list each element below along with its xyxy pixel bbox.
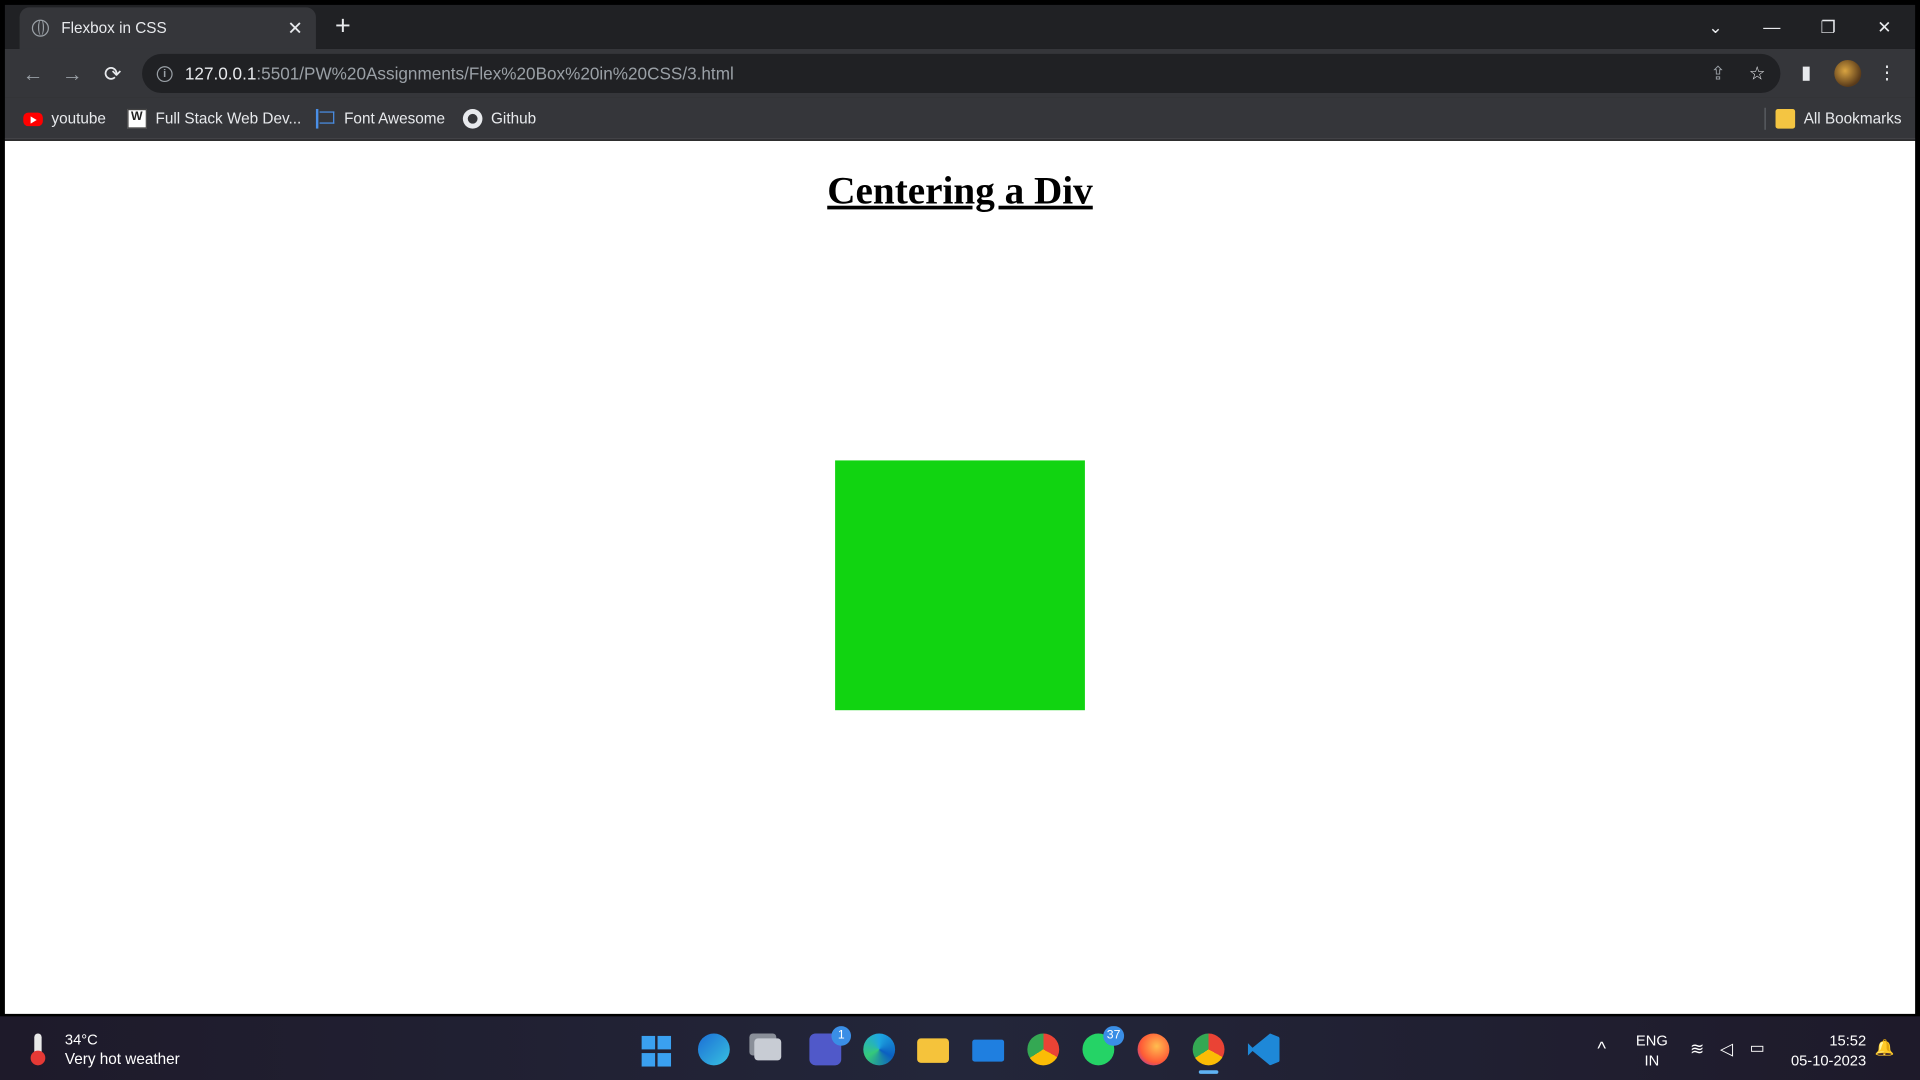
wifi-icon[interactable]: ≋: [1685, 1016, 1709, 1080]
whatsapp-badge: 37: [1103, 1026, 1125, 1046]
back-button[interactable]: ←: [17, 59, 49, 91]
folder-icon: [1775, 108, 1796, 129]
firefox-icon[interactable]: [1137, 1033, 1170, 1066]
minimize-button[interactable]: —: [1744, 10, 1800, 44]
bookmark-label: Font Awesome: [344, 110, 446, 128]
share-icon[interactable]: ⇪: [1705, 61, 1732, 88]
close-window-button[interactable]: ✕: [1856, 10, 1912, 44]
weather-desc[interactable]: Very hot weather: [65, 1051, 180, 1068]
side-panel-icon[interactable]: ▮: [1793, 60, 1820, 87]
vscode-icon[interactable]: [1247, 1033, 1280, 1066]
forward-button[interactable]: →: [56, 59, 88, 91]
menu-icon[interactable]: ⋮: [1873, 60, 1900, 87]
bookmark-github[interactable]: Github: [462, 107, 537, 131]
lang-line2: IN: [1644, 1051, 1660, 1069]
bookmark-label: Github: [491, 110, 537, 128]
chrome-icon[interactable]: [1027, 1033, 1060, 1066]
browser-titlebar: Flexbox in CSS ✕ + ⌄ — ❐ ✕: [4, 4, 1916, 49]
address-path: :5501/PW%20Assignments/Flex%20Box%20in%2…: [256, 63, 734, 84]
chrome-profile-icon[interactable]: [1192, 1033, 1225, 1066]
fullstack-icon: [127, 108, 147, 129]
lang-line1: ENG: [1635, 1032, 1668, 1050]
edge-icon[interactable]: [863, 1033, 896, 1066]
bookmark-font-awesome[interactable]: Font Awesome: [315, 107, 446, 131]
weather-temp[interactable]: 34°C: [65, 1031, 98, 1048]
clock-time: 15:52: [1829, 1032, 1867, 1050]
battery-icon[interactable]: ▭: [1744, 1016, 1771, 1080]
youtube-icon: [23, 112, 43, 127]
notification-bell-icon[interactable]: 🔔: [1873, 1016, 1895, 1080]
bookmark-label: youtube: [51, 110, 106, 128]
bookmark-label: Full Stack Web Dev...: [155, 110, 302, 128]
clock-date: 05-10-2023: [1790, 1051, 1867, 1069]
bookmark-star-icon[interactable]: ☆: [1744, 61, 1771, 88]
thermometer-icon[interactable]: [24, 1031, 51, 1066]
all-bookmarks-label: All Bookmarks: [1803, 110, 1902, 128]
bookmark-youtube[interactable]: youtube: [23, 107, 106, 131]
tray-overflow-chevron[interactable]: ^: [1589, 1016, 1613, 1080]
teams-badge: 1: [831, 1026, 852, 1046]
reload-button[interactable]: ⟳: [97, 59, 129, 91]
restore-button[interactable]: ❐: [1800, 10, 1856, 44]
flag-icon: [315, 108, 336, 129]
address-host: 127.0.0.1: [184, 63, 257, 84]
profile-avatar[interactable]: [1834, 60, 1862, 87]
volume-icon[interactable]: ◁: [1714, 1016, 1738, 1080]
new-tab-button[interactable]: +: [328, 12, 357, 41]
browser-tab[interactable]: Flexbox in CSS ✕: [19, 7, 316, 49]
globe-icon: [31, 19, 49, 37]
clock[interactable]: 15:52 05-10-2023: [1783, 1031, 1866, 1070]
github-icon: [462, 108, 483, 129]
whatsapp-icon[interactable]: 37: [1082, 1026, 1125, 1066]
tab-close-icon[interactable]: ✕: [282, 17, 309, 39]
tab-title: Flexbox in CSS: [61, 19, 167, 37]
site-info-icon[interactable]: i: [156, 65, 173, 82]
bookmarks-divider: [1764, 107, 1766, 130]
screen: Flexbox in CSS ✕ + ⌄ — ❐ ✕ ← → ⟳ i 127.0…: [0, 0, 1920, 1080]
taskbar: 34°C Very hot weather 1 37 ^ ENG IN ≋ ◁ …: [0, 1016, 1920, 1080]
task-view-icon[interactable]: [754, 1038, 782, 1061]
edge-beta-icon[interactable]: [697, 1033, 730, 1066]
language-indicator[interactable]: ENG IN: [1636, 1031, 1668, 1070]
page-heading: Centering a Div: [827, 167, 1093, 212]
start-button[interactable]: [641, 1035, 674, 1068]
address-bar[interactable]: i 127.0.0.1 :5501/PW%20Assignments/Flex%…: [142, 53, 1781, 94]
browser-toolbar: ← → ⟳ i 127.0.0.1 :5501/PW%20Assignments…: [4, 48, 1916, 98]
bookmark-full-stack[interactable]: Full Stack Web Dev...: [127, 107, 301, 131]
centered-div: [835, 460, 1085, 711]
teams-icon[interactable]: 1: [809, 1026, 852, 1066]
file-explorer-icon[interactable]: [917, 1038, 949, 1063]
page-content: Centering a Div: [4, 140, 1916, 1014]
active-app-indicator: [1198, 1070, 1219, 1074]
bookmarks-bar: youtube Full Stack Web Dev... Font Aweso…: [4, 97, 1916, 140]
mail-icon[interactable]: [972, 1039, 1005, 1062]
tab-search-button[interactable]: ⌄: [1687, 10, 1743, 44]
all-bookmarks-button[interactable]: All Bookmarks: [1775, 107, 1902, 131]
